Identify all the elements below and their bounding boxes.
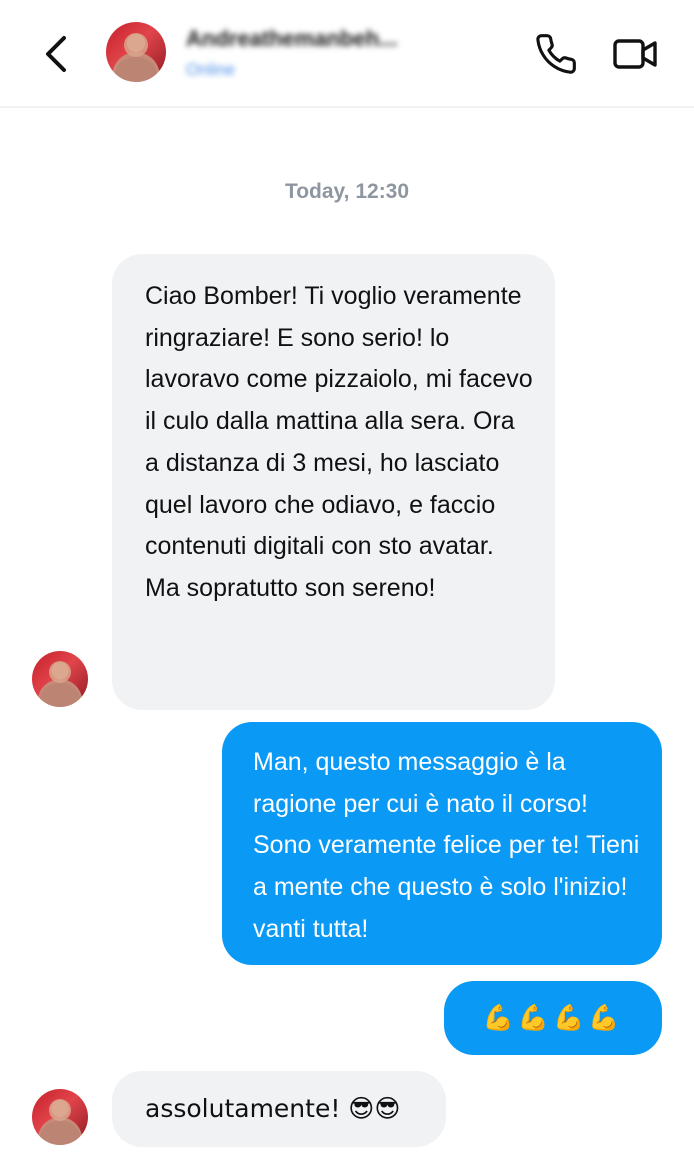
message-bubble-incoming[interactable]: Ciao Bomber! Ti voglio veramente ringraz… <box>112 254 555 710</box>
sender-avatar[interactable] <box>32 1089 88 1145</box>
contact-status: Online <box>186 60 236 79</box>
message-bubble-outgoing-emoji[interactable]: 💪💪💪💪 <box>444 981 662 1055</box>
chat-header: Andreathemanbeh... Online <box>0 0 694 108</box>
phone-icon <box>536 34 576 74</box>
contact-avatar[interactable] <box>106 22 166 82</box>
chevron-left-icon <box>46 36 66 72</box>
video-camera-icon <box>613 39 657 69</box>
call-button[interactable] <box>534 32 578 76</box>
message-bubble-outgoing[interactable]: Man, questo messaggio è la ragione per c… <box>222 722 662 965</box>
video-call-button[interactable] <box>612 36 658 72</box>
back-button[interactable] <box>36 30 76 78</box>
sender-avatar[interactable] <box>32 651 88 707</box>
contact-name[interactable]: Andreathemanbeh... <box>186 26 397 52</box>
chat-timestamp: Today, 12:30 <box>284 180 410 203</box>
message-bubble-incoming[interactable]: assolutamente! 😎😎 <box>112 1071 446 1147</box>
